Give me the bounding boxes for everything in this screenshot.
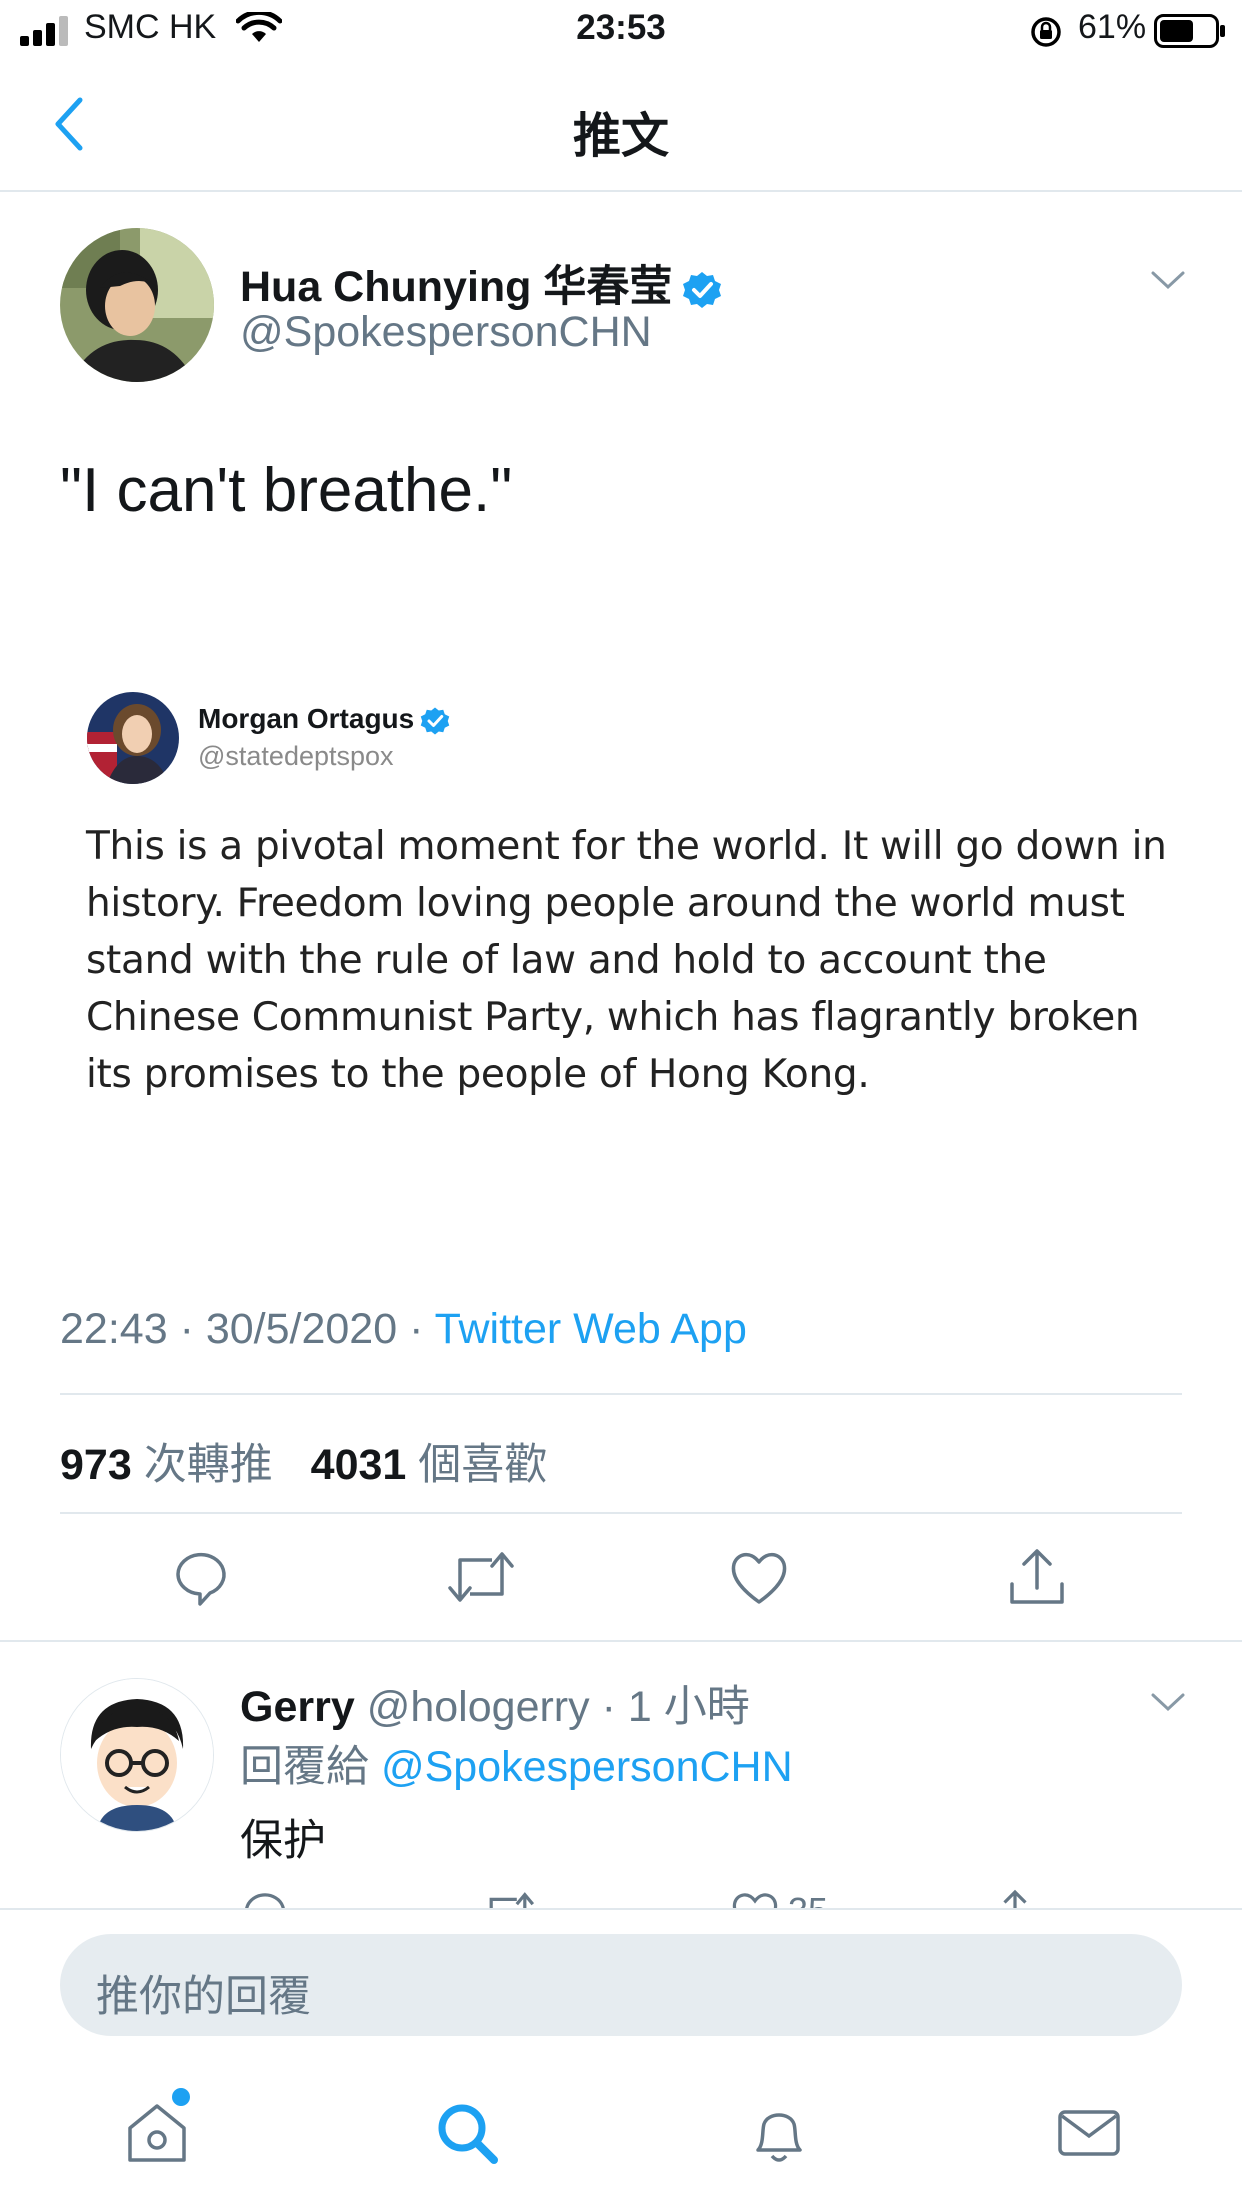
home-notification-dot <box>172 2088 190 2106</box>
tweet-time: 22:43 <box>60 1305 168 1353</box>
embedded-name-row: Morgan Ortagus <box>198 703 450 736</box>
reply-time: 1 小時 <box>627 1683 750 1731</box>
search-icon[interactable] <box>434 2100 500 2166</box>
reply-name: Gerry <box>240 1683 355 1731</box>
notifications-icon[interactable] <box>746 2100 812 2166</box>
reply-handle: @hologerry <box>366 1683 590 1731</box>
reply-to-link[interactable]: @SpokespersonCHN <box>381 1743 793 1791</box>
reply-avatar[interactable] <box>60 1678 214 1832</box>
like-icon[interactable] <box>730 1888 780 1910</box>
messages-icon[interactable] <box>1056 2100 1122 2166</box>
embedded-text: This is a pivotal moment for the world. … <box>86 824 1167 1097</box>
share-icon[interactable] <box>990 1888 1040 1910</box>
retweet-button[interactable] <box>446 1546 516 1608</box>
meta-separator: · <box>409 1305 435 1353</box>
compose-divider <box>0 1908 1242 1910</box>
author-handle[interactable]: @SpokespersonCHN <box>240 308 652 357</box>
reply-like-count: 35 <box>788 1890 828 1910</box>
home-icon[interactable] <box>122 2100 192 2166</box>
meta-divider <box>60 1393 1182 1395</box>
verified-badge-icon <box>683 271 722 308</box>
chevron-down-icon[interactable] <box>1150 1690 1186 1714</box>
verified-badge-icon <box>420 707 450 735</box>
tweet-text: "I can't breathe." <box>60 456 513 525</box>
like-count[interactable]: 4031 <box>311 1441 407 1489</box>
tweet-date: 30/5/2020 <box>205 1305 398 1353</box>
nav-divider <box>0 190 1242 192</box>
page-title: 推文 <box>572 108 669 164</box>
tweet-stats: 973 次轉推 4031 個喜歡 <box>60 1430 573 1492</box>
tweet-source-link[interactable]: Twitter Web App <box>435 1305 747 1353</box>
reply-prefix: 回覆給 <box>240 1743 369 1791</box>
author-name-row[interactable]: Hua Chunying 华春莹 <box>240 252 722 314</box>
embedded-avatar <box>87 692 179 784</box>
author-name: Hua Chunying 华春莹 <box>240 263 673 311</box>
like-button[interactable] <box>728 1546 790 1608</box>
stats-divider <box>60 1512 1182 1514</box>
embedded-handle: @statedeptspox <box>198 741 394 771</box>
author-avatar[interactable] <box>60 228 214 382</box>
retweet-icon[interactable] <box>480 1888 536 1910</box>
reply-actions: 35 <box>240 1888 1120 1910</box>
meta-separator: · <box>601 1683 616 1731</box>
battery-percent: 61% <box>1078 8 1147 46</box>
reply-to-line: 回覆給 @SpokespersonCHN <box>240 1732 793 1794</box>
like-label[interactable]: 個喜歡 <box>418 1441 547 1489</box>
retweet-label[interactable]: 次轉推 <box>144 1441 273 1489</box>
chevron-down-icon[interactable] <box>1150 268 1186 292</box>
status-bar: SMC HK 23:53 61% <box>0 0 1242 62</box>
battery-icon <box>1154 14 1225 48</box>
embedded-name: Morgan Ortagus <box>198 703 415 734</box>
meta-separator: · <box>179 1305 206 1353</box>
reply-icon[interactable] <box>240 1888 290 1910</box>
rotation-lock-icon <box>1031 17 1061 47</box>
tweet-meta: 22:43 · 30/5/2020 · Twitter Web App <box>60 1305 747 1354</box>
reply-button[interactable] <box>170 1546 232 1608</box>
retweet-count[interactable]: 973 <box>60 1441 132 1489</box>
compose-placeholder: 推你的回覆 <box>96 1972 311 2022</box>
section-divider <box>0 1640 1242 1642</box>
reply-header[interactable]: Gerry @hologerry · 1 小時 <box>240 1672 750 1734</box>
reply-text: 保护 <box>240 1816 326 1866</box>
share-button[interactable] <box>1006 1546 1068 1608</box>
